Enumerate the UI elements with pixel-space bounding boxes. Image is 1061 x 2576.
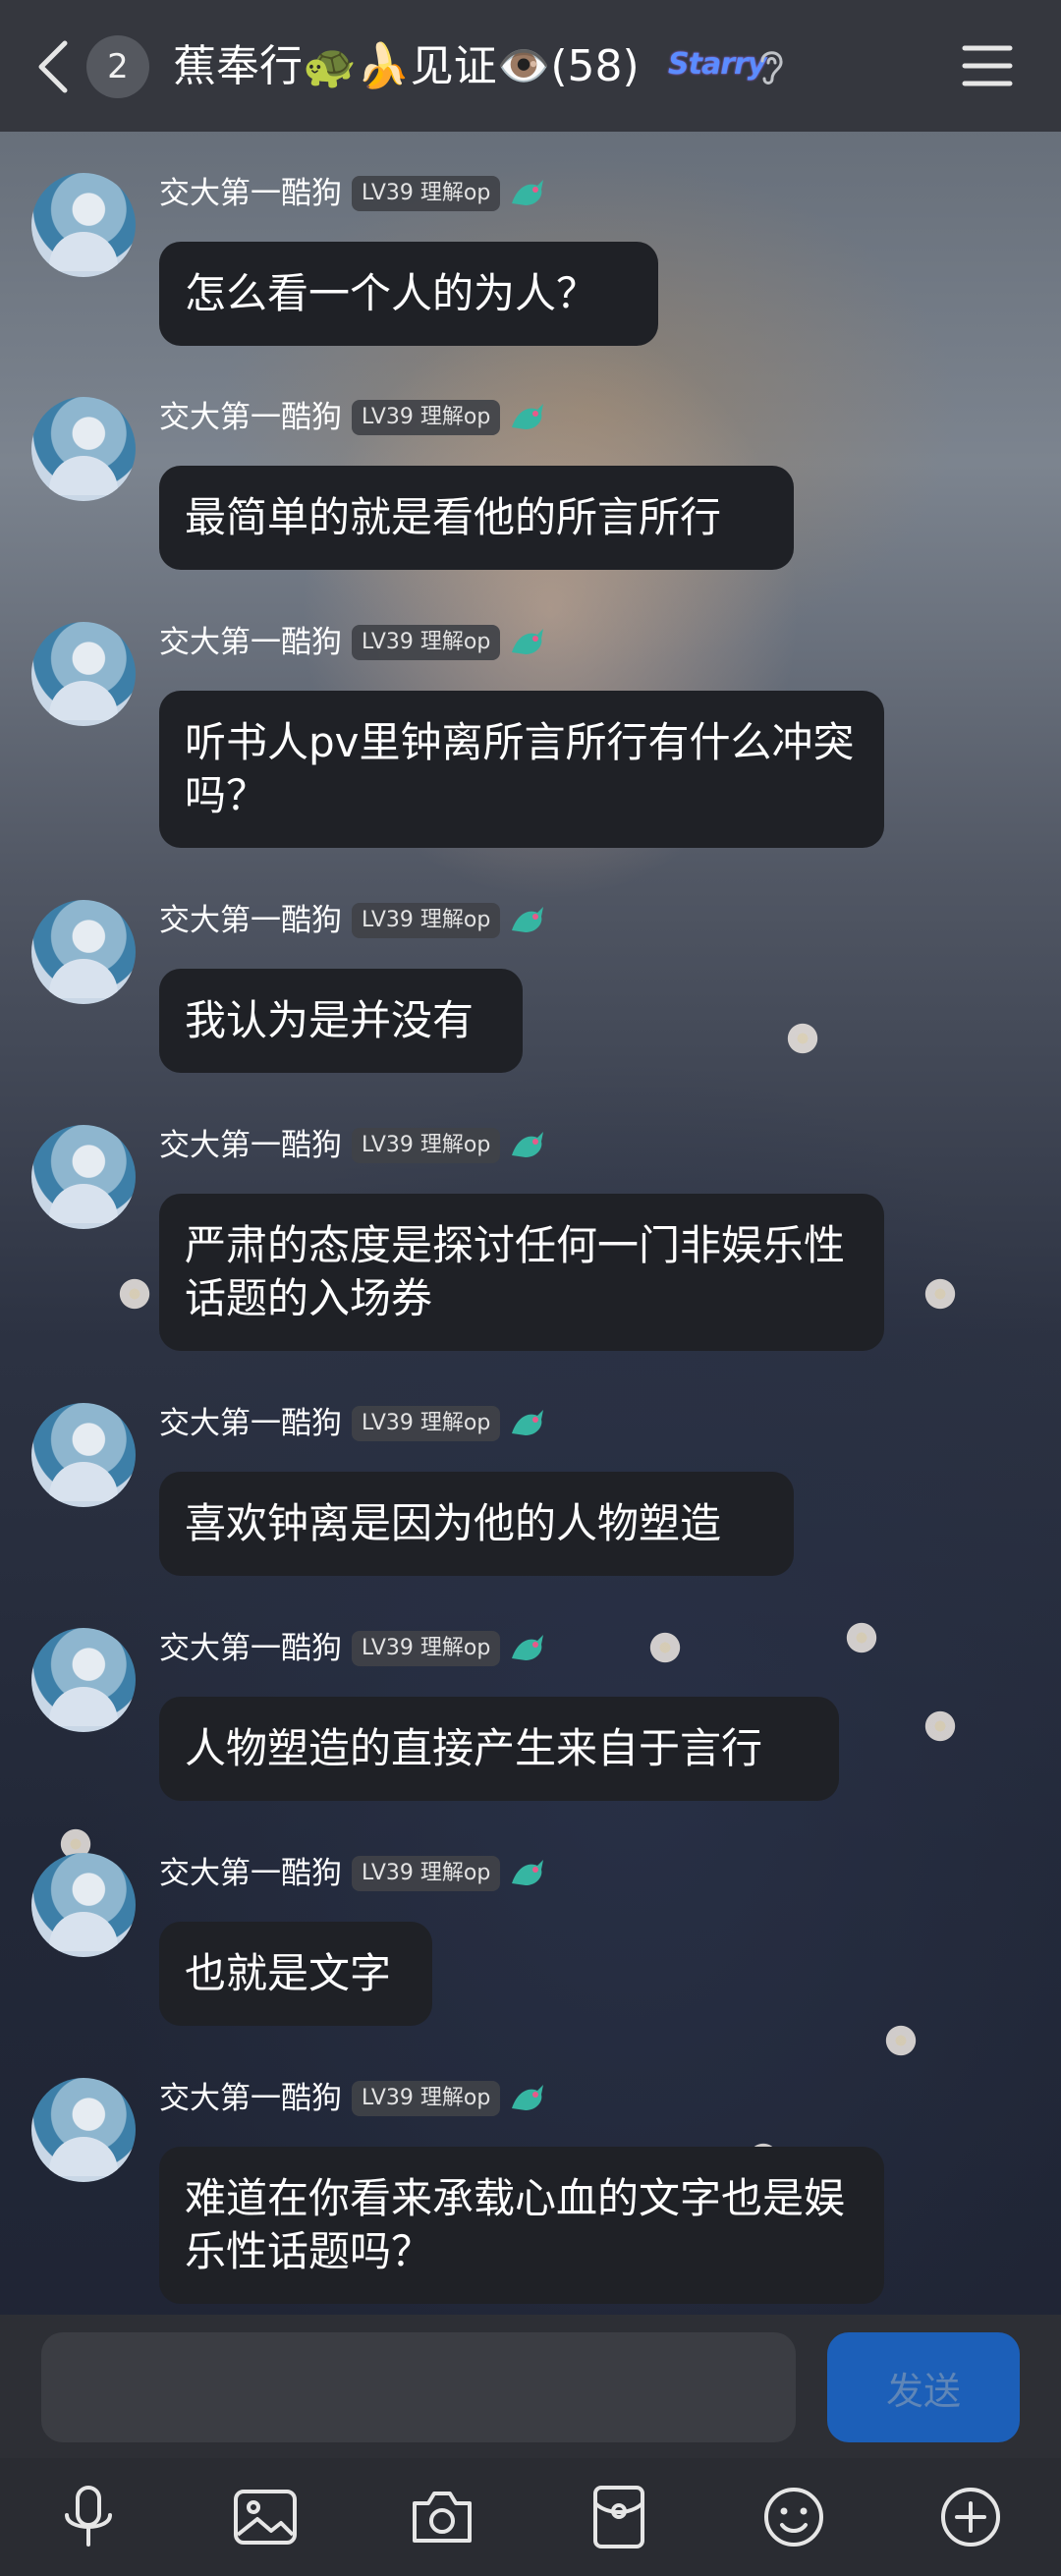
- sender-name[interactable]: 交大第一酷狗: [159, 903, 342, 938]
- send-button[interactable]: 发送: [827, 2332, 1020, 2442]
- message-bubble[interactable]: 人物塑造的直接产生来自于言行: [159, 1697, 839, 1801]
- sender-name[interactable]: 交大第一酷狗: [159, 1631, 342, 1666]
- camera-icon[interactable]: [405, 2480, 479, 2554]
- starry-badge: Starry: [668, 47, 766, 82]
- message-bubble[interactable]: 也就是文字: [159, 1922, 432, 2026]
- level-badge: LV39 理解op: [352, 903, 501, 938]
- dragon-icon: [512, 907, 544, 932]
- sender-name[interactable]: 交大第一酷狗: [159, 1406, 342, 1441]
- sender-name[interactable]: 交大第一酷狗: [159, 1856, 342, 1891]
- microphone-icon[interactable]: [51, 2480, 126, 2554]
- emoji-icon[interactable]: [756, 2480, 831, 2554]
- sender-row: 交大第一酷狗 LV39 理解op: [159, 1853, 547, 1894]
- level-badge: LV39 理解op: [352, 1128, 501, 1163]
- message-bubble[interactable]: 喜欢钟离是因为他的人物塑造: [159, 1472, 794, 1576]
- level-badge: LV39 理解op: [352, 400, 501, 435]
- sender-name[interactable]: 交大第一酷狗: [159, 1128, 342, 1163]
- unread-count-badge[interactable]: 2: [86, 35, 149, 98]
- dragon-icon: [512, 1635, 544, 1660]
- level-badge: LV39 理解op: [352, 1856, 501, 1891]
- message-bubble[interactable]: 怎么看一个人的为人？: [159, 242, 658, 346]
- avatar[interactable]: [31, 1403, 136, 1507]
- message-bubble[interactable]: 最简单的就是看他的所言所行: [159, 466, 794, 570]
- sender-name[interactable]: 交大第一酷狗: [159, 176, 342, 211]
- sender-row: 交大第一酷狗 LV39 理解op: [159, 173, 547, 214]
- dragon-icon: [512, 2085, 544, 2110]
- back-arrow-icon[interactable]: [31, 35, 75, 98]
- dragon-icon: [512, 629, 544, 654]
- avatar[interactable]: [31, 1125, 136, 1229]
- sender-row: 交大第一酷狗 LV39 理解op: [159, 2078, 547, 2119]
- sender-row: 交大第一酷狗 LV39 理解op: [159, 622, 547, 663]
- avatar[interactable]: [31, 1628, 136, 1732]
- sender-row: 交大第一酷狗 LV39 理解op: [159, 397, 547, 438]
- ear-icon: [760, 51, 783, 84]
- bottom-toolbar: [0, 2458, 1061, 2576]
- sender-row: 交大第一酷狗 LV39 理解op: [159, 1628, 547, 1669]
- level-badge: LV39 理解op: [352, 1406, 501, 1441]
- dragon-icon: [512, 1860, 544, 1885]
- message-bubble[interactable]: 我认为是并没有: [159, 969, 523, 1073]
- level-badge: LV39 理解op: [352, 1631, 501, 1666]
- message-bubble[interactable]: 听书人pv里钟离所言所行有什么冲突吗？: [159, 691, 884, 848]
- avatar[interactable]: [31, 173, 136, 277]
- dragon-icon: [512, 1410, 544, 1435]
- level-badge: LV39 理解op: [352, 625, 501, 660]
- sender-row: 交大第一酷狗 LV39 理解op: [159, 1125, 547, 1166]
- sender-name[interactable]: 交大第一酷狗: [159, 2081, 342, 2116]
- chat-title[interactable]: 蕉奉行🐢🍌见证👁️(58): [173, 33, 640, 100]
- chat-header: 2 蕉奉行🐢🍌见证👁️(58) Starry: [0, 0, 1061, 132]
- message-input[interactable]: [41, 2332, 796, 2442]
- sender-row: 交大第一酷狗 LV39 理解op: [159, 900, 547, 941]
- dragon-icon: [512, 1132, 544, 1157]
- image-icon[interactable]: [228, 2480, 303, 2554]
- dragon-icon: [512, 404, 544, 429]
- avatar[interactable]: [31, 2078, 136, 2182]
- plus-icon[interactable]: [933, 2480, 1008, 2554]
- sender-name[interactable]: 交大第一酷狗: [159, 400, 342, 435]
- avatar[interactable]: [31, 900, 136, 1004]
- level-badge: LV39 理解op: [352, 2081, 501, 2116]
- message-bubble[interactable]: 难道在你看来承载心血的文字也是娱乐性话题吗？: [159, 2147, 884, 2304]
- message-list[interactable]: 交大第一酷狗 LV39 理解op 怎么看一个人的为人？ 交大第一酷狗 LV39 理解…: [0, 132, 1061, 2315]
- avatar[interactable]: [31, 397, 136, 501]
- red-packet-icon[interactable]: [582, 2480, 656, 2554]
- menu-icon[interactable]: [961, 43, 1014, 88]
- level-badge: LV39 理解op: [352, 176, 501, 211]
- sender-row: 交大第一酷狗 LV39 理解op: [159, 1403, 547, 1444]
- dragon-icon: [512, 180, 544, 205]
- avatar[interactable]: [31, 1853, 136, 1957]
- sender-name[interactable]: 交大第一酷狗: [159, 625, 342, 660]
- message-bubble[interactable]: 严肃的态度是探讨任何一门非娱乐性话题的入场券: [159, 1194, 884, 1351]
- avatar[interactable]: [31, 622, 136, 726]
- input-bar: 发送: [0, 2315, 1061, 2458]
